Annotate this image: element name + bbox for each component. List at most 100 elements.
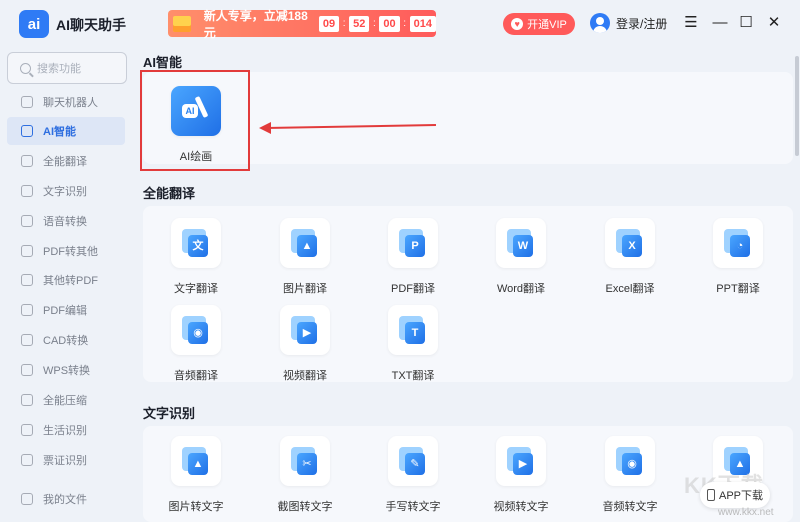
tile-label: Word翻译 [496,283,546,295]
tile-audio-translate[interactable]: ◉ 音频翻译 [146,305,246,383]
timer-minutes: 52 [349,15,370,32]
search-input[interactable]: 搜索功能 [7,52,127,84]
to-pdf-icon [21,274,33,286]
pdf-icon [21,245,33,257]
maximize-icon[interactable]: ☐ [736,14,756,32]
phone-icon [706,489,715,501]
sidebar-item-ticket[interactable]: 票证识别 [7,446,125,474]
sidebar-item-label: PDF编辑 [43,305,87,317]
vip-heart-icon: ♥ [511,18,524,30]
vip-button[interactable]: ♥ 开通VIP [503,13,575,35]
sidebar-item-my-files[interactable]: 我的文件 [7,485,125,513]
screenshot-to-text-icon: ✂ [280,436,330,486]
tile-label: Excel翻译 [605,283,655,295]
icon-glyph: ▶ [513,453,533,475]
timer-hours: 09 [318,15,340,32]
tile-handwriting-to-text[interactable]: ✎ 手写转文字 [363,436,463,514]
sidebar-item-label: WPS转换 [43,365,91,377]
audio-translate-icon: ◉ [171,305,221,355]
tile-video-to-text[interactable]: ▶ 视频转文字 [471,436,571,514]
tile-label: 截图转文字 [277,501,333,513]
tile-text-translate[interactable]: 文文字翻译 [146,218,246,296]
sidebar-item-label: 聊天机器人 [43,97,98,109]
wps-icon [21,364,33,376]
tile-label: 文字翻译 [174,283,218,295]
app-download-button[interactable]: APP下载 [700,482,770,508]
app-name: AI聊天助手 [56,17,126,33]
sidebar-item-other-to-pdf[interactable]: 其他转PDF [7,266,125,294]
icon-glyph: P [405,235,425,257]
close-icon[interactable]: ✕ [764,14,784,32]
tile-ppt-translate[interactable]: ◔ PPT翻译 [688,218,788,296]
folder-icon [21,493,33,505]
promo-text: 新人专享，立减188元 [203,8,308,40]
menu-icon[interactable]: ☰ [681,14,701,32]
timer-seconds: 00 [379,15,400,32]
sidebar-item-label: 生活识别 [43,425,87,437]
login-label: 登录/注册 [616,16,668,31]
ppt-translate-icon: ◔ [713,218,763,268]
tile-audio-to-text[interactable]: ◉ 音频转文字 [580,436,680,514]
video-to-text-icon: ▶ [496,436,546,486]
section-title-ocr: 文字识别 [143,406,196,421]
tile-pdf-translate[interactable]: P PDF翻译 [363,218,463,296]
sidebar-item-compress[interactable]: 全能压缩 [7,386,125,414]
sidebar-item-label: 语音转换 [43,216,87,228]
section-title-translate: 全能翻译 [143,186,196,201]
handwriting-to-text-icon: ✎ [388,436,438,486]
timer-millis: 014 [409,15,436,32]
watermark-url: www.kkx.net [718,507,774,518]
image-to-text-icon: ▲ [171,436,221,486]
image-translate-icon: ▲ [280,218,330,268]
timer-sep: : [342,18,346,29]
sidebar-item-pdf-to-other[interactable]: PDF转其他 [7,237,125,265]
tile-screenshot-to-text[interactable]: ✂ 截图转文字 [255,436,355,514]
pdf-edit-icon [21,304,33,316]
sidebar-item-label: 全能翻译 [43,156,87,168]
sidebar-item-cad[interactable]: CAD转换 [7,326,125,354]
icon-glyph: ◉ [622,453,642,475]
sidebar-item-label: 全能压缩 [43,395,87,407]
compress-icon [21,394,33,406]
title-bar: ai AI聊天助手 新人专享，立减188元 09: 52: 00: 014 ♥ … [0,0,800,48]
scrollbar[interactable] [795,56,799,156]
excel-translate-icon: X [605,218,655,268]
sidebar-item-life[interactable]: 生活识别 [7,416,125,444]
sidebar-item-wps[interactable]: WPS转换 [7,356,125,384]
icon-glyph: T [405,322,425,344]
tile-word-translate[interactable]: W Word翻译 [471,218,571,296]
login-button[interactable]: 登录/注册 [590,13,667,33]
app-download-label: APP下载 [718,490,763,502]
tile-txt-translate[interactable]: T TXT翻译 [363,305,463,383]
tile-image-translate[interactable]: ▲ 图片翻译 [255,218,355,296]
sidebar: 搜索功能 聊天机器人 AI智能 全能翻译 文字识别 语音转换 PDF转其他 其他… [0,48,134,522]
icon-glyph: W [513,235,533,257]
icon-glyph: ▶ [297,322,317,344]
tile-label: TXT翻译 [391,370,435,382]
timer-sep: : [403,18,407,29]
avatar-icon [590,13,610,33]
minimize-icon[interactable]: — [710,14,730,32]
promo-banner[interactable]: 新人专享，立减188元 09: 52: 00: 014 [168,9,436,40]
sidebar-item-translate[interactable]: 全能翻译 [7,147,125,175]
tile-image-to-text[interactable]: ▲ 图片转文字 [146,436,246,514]
txt-translate-icon: T [388,305,438,355]
pdf-translate-icon: P [388,218,438,268]
tile-label: 图片翻译 [283,283,327,295]
cad-icon [21,334,33,346]
tile-label: 音频转文字 [602,501,658,513]
tile-label: 音频翻译 [174,370,218,382]
sidebar-item-pdf-edit[interactable]: PDF编辑 [7,296,125,324]
life-icon [21,424,33,436]
sidebar-item-ocr[interactable]: 文字识别 [7,177,125,205]
tile-video-translate[interactable]: ▶ 视频翻译 [255,305,355,383]
robot-icon [21,96,33,108]
arrow-head-icon [259,122,271,134]
tile-excel-translate[interactable]: X Excel翻译 [580,218,680,296]
sidebar-item-ai[interactable]: AI智能 [7,117,125,145]
timer-sep: : [373,18,376,29]
gift-icon [168,10,196,37]
ocr-icon [21,185,33,197]
sidebar-item-voice[interactable]: 语音转换 [7,207,125,235]
sidebar-item-chatbot[interactable]: 聊天机器人 [7,88,125,116]
